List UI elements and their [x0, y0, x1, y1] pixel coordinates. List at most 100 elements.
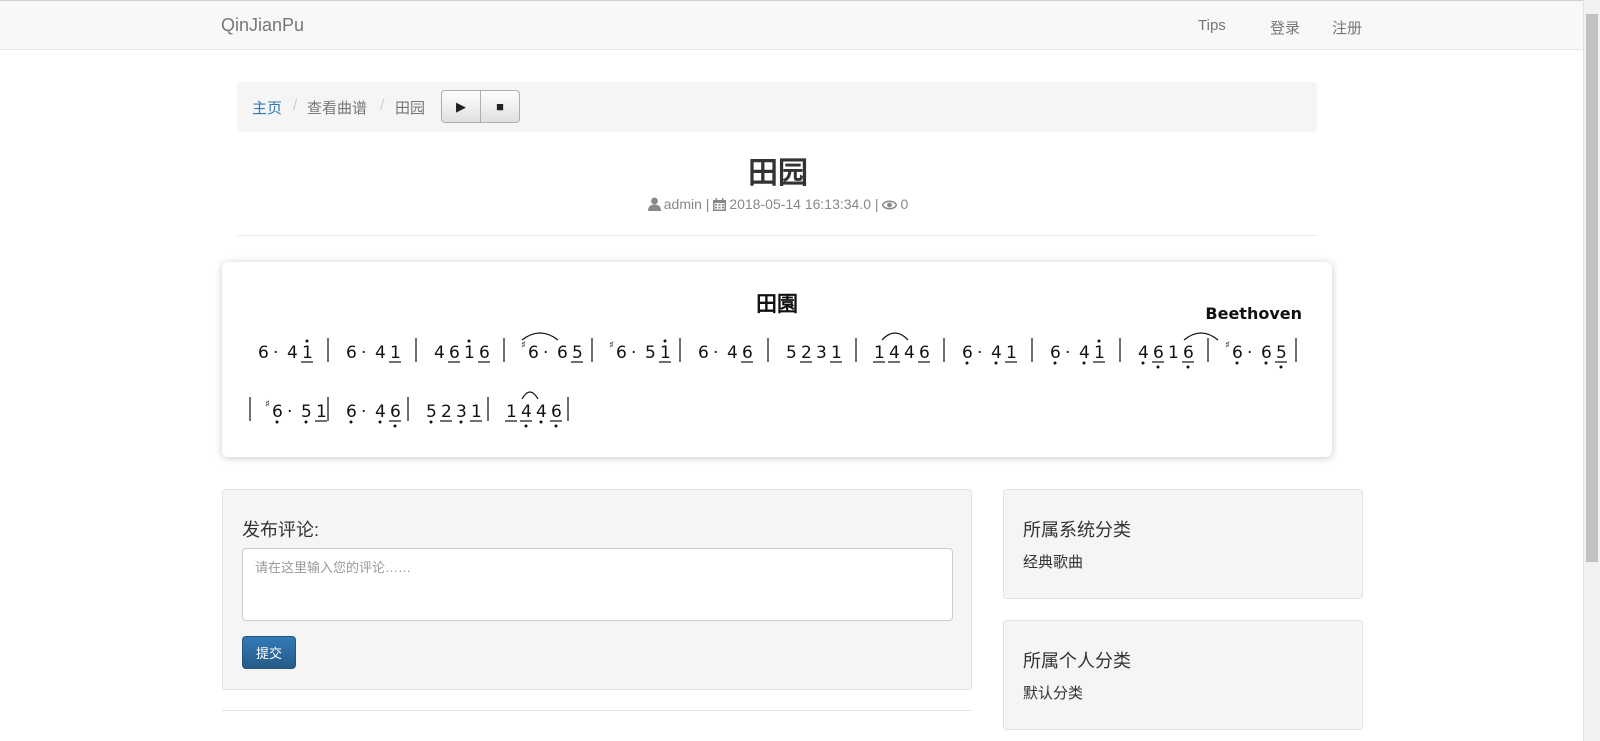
note-digit: 1 [1168, 343, 1179, 363]
slur-arc [881, 332, 909, 341]
note-digit: 1 [1006, 343, 1017, 363]
augmentation-dot: · [273, 343, 278, 363]
note-digit: 6 [258, 343, 269, 363]
note-digit: 4 [287, 343, 298, 363]
song-meta: admin | 2018-05-14 16:13:34.0 | 0 [0, 196, 1556, 214]
stop-button[interactable]: ■ [480, 90, 520, 123]
sharp-sign: ♯ [521, 340, 526, 351]
note-digit: 4 [889, 343, 900, 363]
note-digit: 6 [1232, 343, 1243, 363]
octave-dot-low [1082, 361, 1086, 365]
note-digit: 1 [831, 343, 842, 363]
note-digit: 6 [272, 402, 283, 422]
comment-panel: 发布评论: 提交 [222, 489, 972, 690]
personal-category-heading: 所属个人分类 [1023, 651, 1131, 671]
note-digit: 6 [551, 402, 562, 422]
meta-separator: | [705, 196, 710, 212]
brand-logo[interactable]: QinJianPu [221, 15, 304, 36]
breadcrumb-view-link[interactable]: 查看曲谱 [307, 97, 367, 118]
note-digit: 6 [1183, 343, 1194, 363]
system-category-heading: 所属系统分类 [1023, 520, 1131, 540]
augmentation-dot: · [361, 343, 366, 363]
note-digit: 5 [301, 402, 312, 422]
octave-dot-low [994, 361, 998, 365]
octave-dot-low [378, 420, 382, 424]
note-digit: 6 [557, 343, 568, 363]
octave-dot-low [965, 361, 969, 365]
personal-category-panel: 所属个人分类 默认分类 [1003, 620, 1363, 730]
note-digit: 6 [1153, 343, 1164, 363]
note-digit: 1 [316, 402, 327, 422]
augmentation-dot: · [631, 343, 636, 363]
system-category-panel: 所属系统分类 经典歌曲 [1003, 489, 1363, 599]
octave-dot-low [459, 420, 463, 424]
jianpu-score-card: 田園 Beethoven 6 · 4 1 6 · 4 1 4 6 1 6 ♯ 6 · 6 5 ♯ 6 · 5 1 6 · 4 6 5… [222, 262, 1332, 457]
octave-dot-low [1141, 361, 1145, 365]
nav-login[interactable]: 登录 [1270, 17, 1300, 38]
play-button[interactable]: ▶ [441, 90, 481, 123]
note-digit: 4 [1079, 343, 1090, 363]
octave-dot-low [1156, 365, 1160, 369]
octave-dot-low [1186, 365, 1190, 369]
octave-dot-high [305, 339, 309, 343]
note-digit: 2 [441, 402, 452, 422]
note-digit: 6 [742, 343, 753, 363]
note-digit: 6 [1261, 343, 1272, 363]
comment-textarea[interactable] [242, 548, 953, 621]
note-digit: 1 [874, 343, 885, 363]
augmentation-dot: · [1065, 343, 1070, 363]
author-name[interactable]: admin [664, 196, 702, 212]
octave-dot-low [524, 424, 528, 428]
octave-dot-low [349, 420, 353, 424]
breadcrumb-separator: / [293, 97, 298, 114]
divider [237, 235, 1317, 236]
octave-dot-low [429, 420, 433, 424]
breadcrumb-separator: / [380, 97, 385, 114]
nav-register[interactable]: 注册 [1332, 17, 1362, 38]
divider [222, 710, 972, 711]
note-digit: 5 [786, 343, 797, 363]
song-title: 田园 [748, 157, 808, 190]
system-category-link[interactable]: 经典歌曲 [1023, 551, 1083, 572]
note-digit: 6 [616, 343, 627, 363]
note-digit: 1 [302, 343, 313, 363]
octave-dot-high [663, 339, 667, 343]
note-digit: 6 [346, 343, 357, 363]
augmentation-dot: · [1247, 343, 1252, 363]
augmentation-dot: · [713, 343, 718, 363]
note-digit: 6 [390, 402, 401, 422]
note-digit: 3 [456, 402, 467, 422]
breadcrumb-current: 田园 [395, 100, 426, 117]
note-digit: 5 [426, 402, 437, 422]
stop-icon: ■ [496, 99, 504, 114]
note-digit: 6 [962, 343, 973, 363]
octave-dot-low [275, 420, 279, 424]
note-digit: 6 [698, 343, 709, 363]
personal-category-link[interactable]: 默认分类 [1023, 682, 1083, 703]
note-digit: 6 [528, 343, 539, 363]
view-count: 0 [900, 196, 909, 212]
note-digit: 6 [449, 343, 460, 363]
note-digit: 4 [904, 343, 915, 363]
octave-dot-low [554, 424, 558, 428]
augmentation-dot: · [287, 402, 292, 422]
octave-dot-low [1279, 365, 1283, 369]
sharp-sign: ♯ [1225, 340, 1230, 351]
calendar-icon [713, 198, 727, 214]
octave-dot-high [467, 339, 471, 343]
scrollbar-thumb[interactable] [1586, 14, 1598, 562]
octave-dot-low [304, 420, 308, 424]
meta-separator: | [874, 196, 879, 212]
note-digit: 5 [1276, 343, 1287, 363]
breadcrumb-home-link[interactable]: 主页 [252, 97, 282, 118]
note-digit: 1 [660, 343, 671, 363]
sharp-sign: ♯ [265, 399, 270, 410]
augmentation-dot: · [977, 343, 982, 363]
augmentation-dot: · [543, 343, 548, 363]
user-icon [647, 197, 661, 214]
nav-tips[interactable]: Tips [1198, 17, 1226, 34]
note-digit: 1 [464, 343, 475, 363]
submit-comment-button[interactable]: 提交 [242, 636, 296, 669]
vertical-scrollbar[interactable] [1583, 0, 1600, 741]
octave-dot-low [393, 424, 397, 428]
